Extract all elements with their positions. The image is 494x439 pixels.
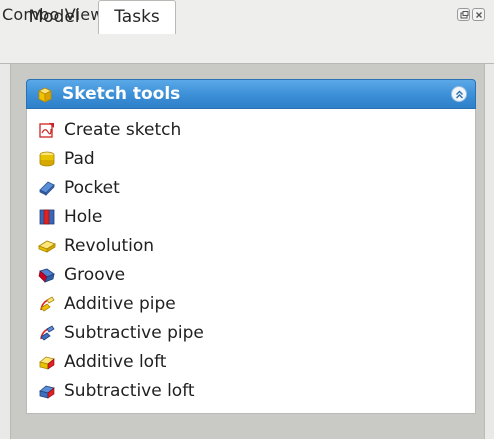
command-subtractive-loft[interactable]: Subtractive loft (36, 379, 336, 405)
command-additive-loft[interactable]: Additive loft (36, 350, 336, 376)
command-label: Pocket (64, 178, 120, 198)
command-groove[interactable]: Groove (36, 263, 336, 289)
pad-icon (39, 151, 55, 167)
command-label: Additive loft (64, 352, 167, 372)
command-pocket[interactable]: Pocket (36, 176, 336, 202)
command-additive-pipe[interactable]: Additive pipe (36, 292, 336, 318)
command-label: Create sketch (64, 120, 182, 140)
additive-pipe-icon (40, 296, 55, 312)
command-subtractive-pipe[interactable]: Subtractive pipe (36, 321, 336, 347)
groove-icon (38, 268, 55, 283)
create-sketch-icon (39, 123, 54, 138)
command-revolution[interactable]: Revolution (36, 234, 336, 260)
sketch-tools-title: Sketch tools (62, 84, 181, 104)
revolution-icon (38, 240, 56, 253)
command-label: Revolution (64, 236, 155, 256)
hole-icon (39, 209, 55, 225)
command-label: Pad (64, 149, 95, 169)
command-label: Groove (64, 265, 126, 285)
tab-tasks[interactable]: Tasks (98, 0, 176, 34)
command-label: Subtractive pipe (64, 323, 204, 343)
float-icon (460, 11, 469, 19)
subtractive-loft-icon (39, 385, 55, 399)
command-label: Additive pipe (64, 294, 176, 314)
close-button[interactable] (472, 8, 485, 21)
subtractive-pipe-icon (40, 325, 55, 341)
pocket-icon (39, 181, 55, 196)
command-hole[interactable]: Hole (36, 205, 336, 231)
tab-bar (0, 30, 494, 64)
command-create-sketch[interactable]: Create sketch (36, 118, 336, 144)
sketch-tools-header[interactable]: Sketch tools (26, 79, 476, 109)
double-chevron-up-icon (456, 90, 463, 99)
collapse-button[interactable] (451, 86, 467, 102)
additive-loft-icon (39, 356, 55, 370)
command-label: Subtractive loft (64, 381, 195, 401)
tab-model[interactable]: Model (8, 1, 100, 33)
close-icon (476, 12, 482, 18)
float-button[interactable] (457, 8, 470, 21)
cube-icon (37, 87, 53, 107)
command-pad[interactable]: Pad (36, 147, 336, 173)
command-label: Hole (64, 207, 103, 227)
